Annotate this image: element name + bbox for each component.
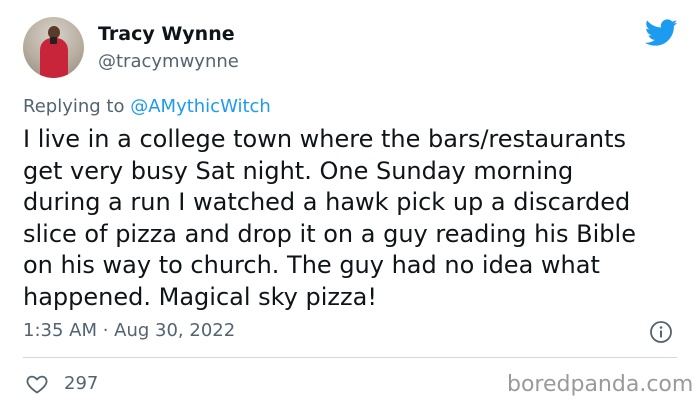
info-icon[interactable] (649, 320, 673, 344)
reply-context: Replying to @AMythicWitch (23, 96, 271, 117)
avatar-figure-body (40, 38, 68, 78)
tweet-text: I live in a college town where the bars/… (23, 124, 693, 313)
avatar-figure-phone (50, 37, 57, 44)
watermark: boredpanda.com (507, 372, 694, 397)
author-display-name[interactable]: Tracy Wynne (98, 23, 235, 45)
tweet-timestamp[interactable]: 1:35 AM · Aug 30, 2022 (23, 320, 235, 341)
avatar[interactable] (23, 17, 84, 78)
twitter-bird-icon[interactable] (645, 19, 678, 47)
tweet-text-line: get very busy Sat night. One Sunday morn… (23, 156, 574, 185)
like-count: 297 (64, 373, 99, 394)
heart-icon[interactable] (25, 372, 49, 396)
tweet-card: Tracy Wynne @tracymwynne Replying to @AM… (0, 0, 700, 410)
reply-mention-link[interactable]: @AMythicWitch (130, 96, 271, 117)
tweet-text-line: I live in a college town where the bars/… (23, 125, 627, 153)
reply-prefix: Replying to (23, 96, 125, 117)
tweet-text-line: during a run I watched a hawk pick up a … (23, 188, 631, 216)
tweet-text-line: on his way to church. The guy had no ide… (23, 251, 600, 279)
divider (23, 357, 677, 358)
author-handle[interactable]: @tracymwynne (98, 51, 239, 72)
tweet-text-line: happened. Magical sky pizza! (23, 282, 377, 311)
tweet-text-line: slice of pizza and drop it on a guy read… (23, 219, 636, 248)
